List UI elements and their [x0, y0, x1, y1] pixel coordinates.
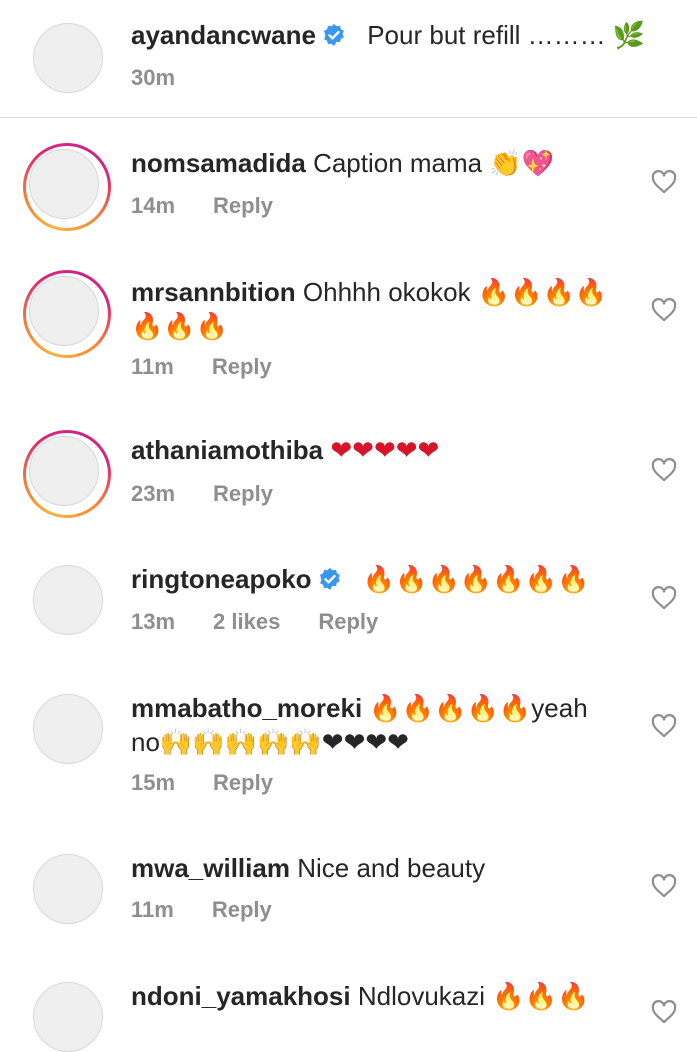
timestamp: 23m	[131, 481, 176, 506]
comment-text: Ndlovukazi 🔥🔥🔥	[357, 981, 590, 1011]
comment-meta: 11m Reply	[131, 353, 310, 381]
comment-line-2: 🔥🔥🔥	[131, 309, 228, 343]
heart-outline-icon[interactable]	[651, 458, 677, 482]
comment-meta: 15m Reply	[131, 769, 311, 797]
heart-outline-icon[interactable]	[651, 586, 677, 610]
avatar[interactable]	[33, 565, 103, 635]
reply-button[interactable]: Reply	[213, 481, 273, 506]
timestamp: 14m	[131, 193, 176, 218]
reply-button[interactable]: Reply	[318, 609, 378, 634]
comment-line: athaniamothiba ❤❤❤❤❤	[131, 433, 439, 467]
comment-line: mwa_william Nice and beauty	[131, 851, 485, 885]
likes-count[interactable]: 2 likes	[213, 609, 280, 634]
caption-line: ayandancwane Pour but refill ……… 🌿	[131, 18, 645, 52]
story-ring[interactable]	[23, 270, 111, 358]
heart-outline-icon[interactable]	[651, 170, 677, 194]
reply-button[interactable]: Reply	[213, 193, 273, 218]
comment-text-continued: 🔥🔥🔥	[131, 311, 229, 341]
avatar[interactable]	[33, 982, 103, 1052]
comment-meta: 13m 2 likes Reply	[131, 608, 416, 636]
username[interactable]: ringtoneapoko	[131, 564, 312, 594]
comment-meta: 14m Reply	[131, 192, 311, 220]
username[interactable]: ndoni_yamakhosi	[131, 981, 351, 1011]
reply-button[interactable]: Reply	[212, 354, 272, 379]
avatar[interactable]	[33, 23, 103, 93]
timestamp: 15m	[131, 770, 176, 795]
story-ring[interactable]	[23, 143, 111, 231]
heart-outline-icon[interactable]	[651, 714, 677, 738]
username[interactable]: athaniamothiba	[131, 435, 323, 465]
verified-badge-icon	[324, 24, 344, 46]
reply-button[interactable]: Reply	[212, 897, 272, 922]
comment-meta: 23m Reply	[131, 480, 311, 508]
username[interactable]: nomsamadida	[131, 148, 306, 178]
comment-text: 🔥🔥🔥🔥🔥yeah	[369, 693, 588, 723]
heart-outline-icon[interactable]	[651, 298, 677, 322]
comment-meta: 30m	[131, 64, 213, 92]
story-ring[interactable]	[23, 430, 111, 518]
reply-button[interactable]: Reply	[213, 770, 273, 795]
comment-text: Caption mama 👏💖	[313, 148, 555, 178]
comment-text-continued: no🙌🙌🙌🙌🙌❤❤❤❤	[131, 727, 409, 757]
caption-text: Pour but refill ……… 🌿	[367, 20, 646, 50]
timestamp: 30m	[131, 65, 176, 90]
avatar[interactable]	[33, 694, 103, 764]
comment-line: mrsannbition Ohhhh okokok 🔥🔥🔥🔥	[131, 275, 607, 309]
comment-line: mmabatho_moreki 🔥🔥🔥🔥🔥yeah	[131, 691, 588, 725]
username[interactable]: mwa_william	[131, 853, 290, 883]
timestamp: 11m	[131, 354, 174, 379]
comment-meta: 11m Reply	[131, 896, 310, 924]
timestamp: 11m	[131, 897, 174, 922]
comment-line: ringtoneapoko 🔥🔥🔥🔥🔥🔥🔥	[131, 562, 589, 596]
comment-text: Ohhhh okokok 🔥🔥🔥🔥	[302, 277, 608, 307]
verified-badge-icon	[319, 568, 340, 590]
timestamp: 13m	[131, 609, 176, 634]
username[interactable]: mrsannbition	[131, 277, 296, 307]
comment-text: ❤❤❤❤❤	[330, 435, 440, 465]
avatar[interactable]	[33, 854, 103, 924]
comment-text: 🔥🔥🔥🔥🔥🔥🔥	[362, 564, 590, 594]
heart-outline-icon[interactable]	[651, 874, 677, 898]
avatar	[29, 436, 99, 506]
comment-line-2: no🙌🙌🙌🙌🙌❤❤❤❤	[131, 725, 409, 759]
username[interactable]: ayandancwane	[131, 20, 316, 50]
avatar	[29, 276, 99, 346]
heart-outline-icon[interactable]	[651, 1000, 677, 1024]
comment-line: ndoni_yamakhosi Ndlovukazi 🔥🔥🔥	[131, 979, 589, 1013]
avatar	[29, 149, 99, 219]
username[interactable]: mmabatho_moreki	[131, 693, 362, 723]
comment-line: nomsamadida Caption mama 👏💖	[131, 146, 554, 180]
post-caption: ayandancwane Pour but refill ……… 🌿 30m	[0, 0, 697, 118]
comment-text: Nice and beauty	[297, 853, 486, 883]
